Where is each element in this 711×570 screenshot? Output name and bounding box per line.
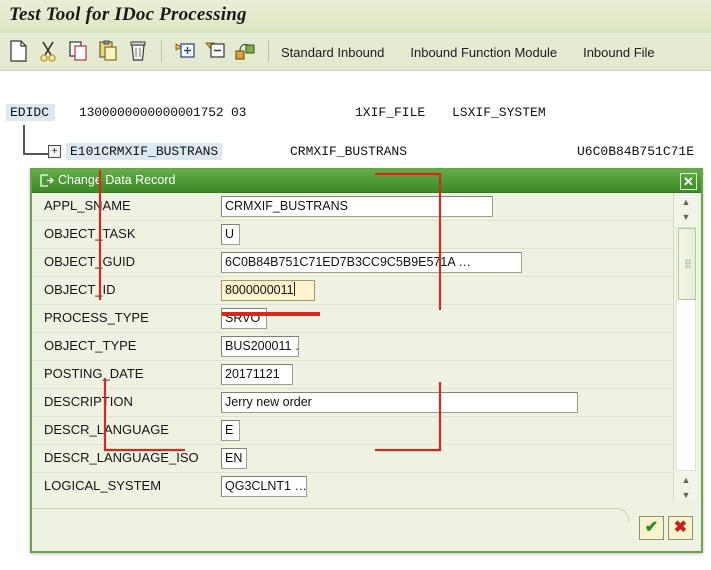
table-row[interactable]: DESCRIPTION Jerry new order — [32, 389, 673, 417]
toolbar-separator-2 — [268, 40, 269, 62]
toolbar-inbound-function-module-button[interactable]: Inbound Function Module — [410, 45, 557, 60]
table-row[interactable]: OBJECT_GUID 6C0B84B751C71ED7B3CC9C5B9E57… — [32, 249, 673, 277]
dialog-title: Change Data Record — [58, 173, 176, 187]
field-label: PROCESS_TYPE — [44, 310, 149, 325]
cut-icon[interactable] — [36, 38, 60, 64]
title-band: Test Tool for IDoc Processing — [0, 0, 711, 33]
change-data-record-dialog: Change Data Record ✕ APPL_SNAME CRMXIF_B… — [30, 168, 703, 553]
descr-language-input[interactable]: E — [221, 420, 240, 441]
edidc-number: 1300000000000001752 03 — [79, 105, 247, 120]
segment-type: CRMXIF_BUSTRANS — [290, 144, 408, 159]
edidc-port: 1XIF_FILE — [355, 105, 426, 120]
scrollbar-grip — [685, 259, 691, 269]
idoc-control-record-row[interactable]: EDIDC 1300000000000001752 03 1XIF_FILE L… — [0, 104, 711, 125]
toolbar-inbound-file-button[interactable]: Inbound File — [583, 45, 655, 60]
text-cursor — [293, 282, 295, 296]
object-task-input[interactable]: U — [221, 224, 240, 245]
scroll-up-icon-bottom[interactable]: ▲ — [678, 474, 694, 487]
table-row[interactable]: OBJECT_TYPE BUS200011 … — [32, 333, 673, 361]
footer-divider — [32, 508, 629, 522]
cancel-button[interactable]: ✖ — [668, 516, 693, 540]
field-label: POSTING_DATE — [44, 366, 144, 381]
expand-all-icon[interactable] — [173, 38, 197, 64]
appl-sname-input[interactable]: CRMXIF_BUSTRANS — [221, 196, 493, 217]
segment-name: E101CRMXIF_BUSTRANS — [66, 143, 223, 160]
logical-system-input[interactable]: QG3CLNT1 … — [221, 476, 307, 497]
hierarchy-icon[interactable] — [233, 38, 257, 64]
process-type-input[interactable]: SRVO — [221, 308, 267, 329]
page-title: Test Tool for IDoc Processing — [9, 4, 247, 25]
table-row[interactable]: APPL_SNAME CRMXIF_BUSTRANS — [32, 193, 673, 221]
toolbar-separator-1 — [161, 40, 162, 62]
paste-icon[interactable] — [96, 38, 120, 64]
dialog-footer: ✔ ✖ — [32, 500, 701, 551]
copy-icon[interactable] — [66, 38, 90, 64]
dialog-body: APPL_SNAME CRMXIF_BUSTRANS OBJECT_TASK U… — [32, 193, 701, 504]
toolbar-standard-inbound-button[interactable]: Standard Inbound — [281, 45, 384, 60]
field-label: OBJECT_TYPE — [44, 338, 137, 353]
object-id-input[interactable]: 8000000011 — [221, 280, 315, 301]
scrollbar-thumb[interactable] — [678, 228, 696, 300]
field-list: APPL_SNAME CRMXIF_BUSTRANS OBJECT_TASK U… — [32, 193, 673, 504]
object-guid-input[interactable]: 6C0B84B751C71ED7B3CC9C5B9E571A … — [221, 252, 522, 273]
close-icon[interactable]: ✕ — [680, 173, 697, 190]
change-record-icon — [40, 174, 54, 187]
field-label: OBJECT_TASK — [44, 226, 136, 241]
segment-guid: U6C0B84B751C71E — [577, 144, 695, 159]
field-label: OBJECT_GUID — [44, 254, 136, 269]
field-label: DESCR_LANGUAGE — [44, 422, 169, 437]
dialog-titlebar: Change Data Record ✕ — [32, 170, 701, 193]
field-label: APPL_SNAME — [44, 198, 131, 213]
object-id-value: 8000000011 — [225, 283, 294, 297]
table-row[interactable]: POSTING_DATE 20171121 — [32, 361, 673, 389]
scroll-up-icon[interactable]: ▲ — [678, 196, 694, 209]
application-window: Test Tool for IDoc Processing Standard I… — [0, 0, 711, 570]
description-input[interactable]: Jerry new order — [221, 392, 578, 413]
field-label: LOGICAL_SYSTEM — [44, 478, 162, 493]
posting-date-input[interactable]: 20171121 — [221, 364, 293, 385]
collapse-all-icon[interactable] — [203, 38, 227, 64]
delete-icon[interactable] — [126, 38, 150, 64]
edidc-partner: LSXIF_SYSTEM — [452, 105, 546, 120]
object-type-input[interactable]: BUS200011 … — [221, 336, 299, 357]
table-row[interactable]: OBJECT_ID 8000000011 — [32, 277, 673, 305]
scrollbar-track[interactable] — [676, 227, 696, 471]
descr-language-iso-input[interactable]: EN — [221, 448, 247, 469]
confirm-button[interactable]: ✔ — [639, 516, 664, 540]
new-document-icon[interactable] — [6, 38, 30, 64]
field-label: DESCRIPTION — [44, 394, 133, 409]
toolbar-label-group: Standard Inbound Inbound Function Module… — [281, 45, 655, 60]
scroll-down-icon[interactable]: ▼ — [678, 211, 694, 224]
field-label: OBJECT_ID — [44, 282, 116, 297]
main-toolbar: Standard Inbound Inbound Function Module… — [0, 33, 711, 71]
idoc-segment-row[interactable]: E101CRMXIF_BUSTRANS CRMXIF_BUSTRANS U6C0… — [0, 141, 711, 163]
table-row[interactable]: PROCESS_TYPE SRVO — [32, 305, 673, 333]
table-row[interactable]: DESCR_LANGUAGE E — [32, 417, 673, 445]
edidc-tag: EDIDC — [6, 104, 56, 121]
table-row[interactable]: OBJECT_TASK U — [32, 221, 673, 249]
field-label: DESCR_LANGUAGE_ISO — [44, 450, 199, 465]
toolbar-icon-group — [6, 38, 274, 64]
table-row[interactable]: LOGICAL_SYSTEM QG3CLNT1 … — [32, 473, 673, 501]
vertical-scrollbar[interactable]: ▲ ▼ ▲ ▼ — [673, 193, 697, 504]
table-row[interactable]: DESCR_LANGUAGE_ISO EN — [32, 445, 673, 473]
